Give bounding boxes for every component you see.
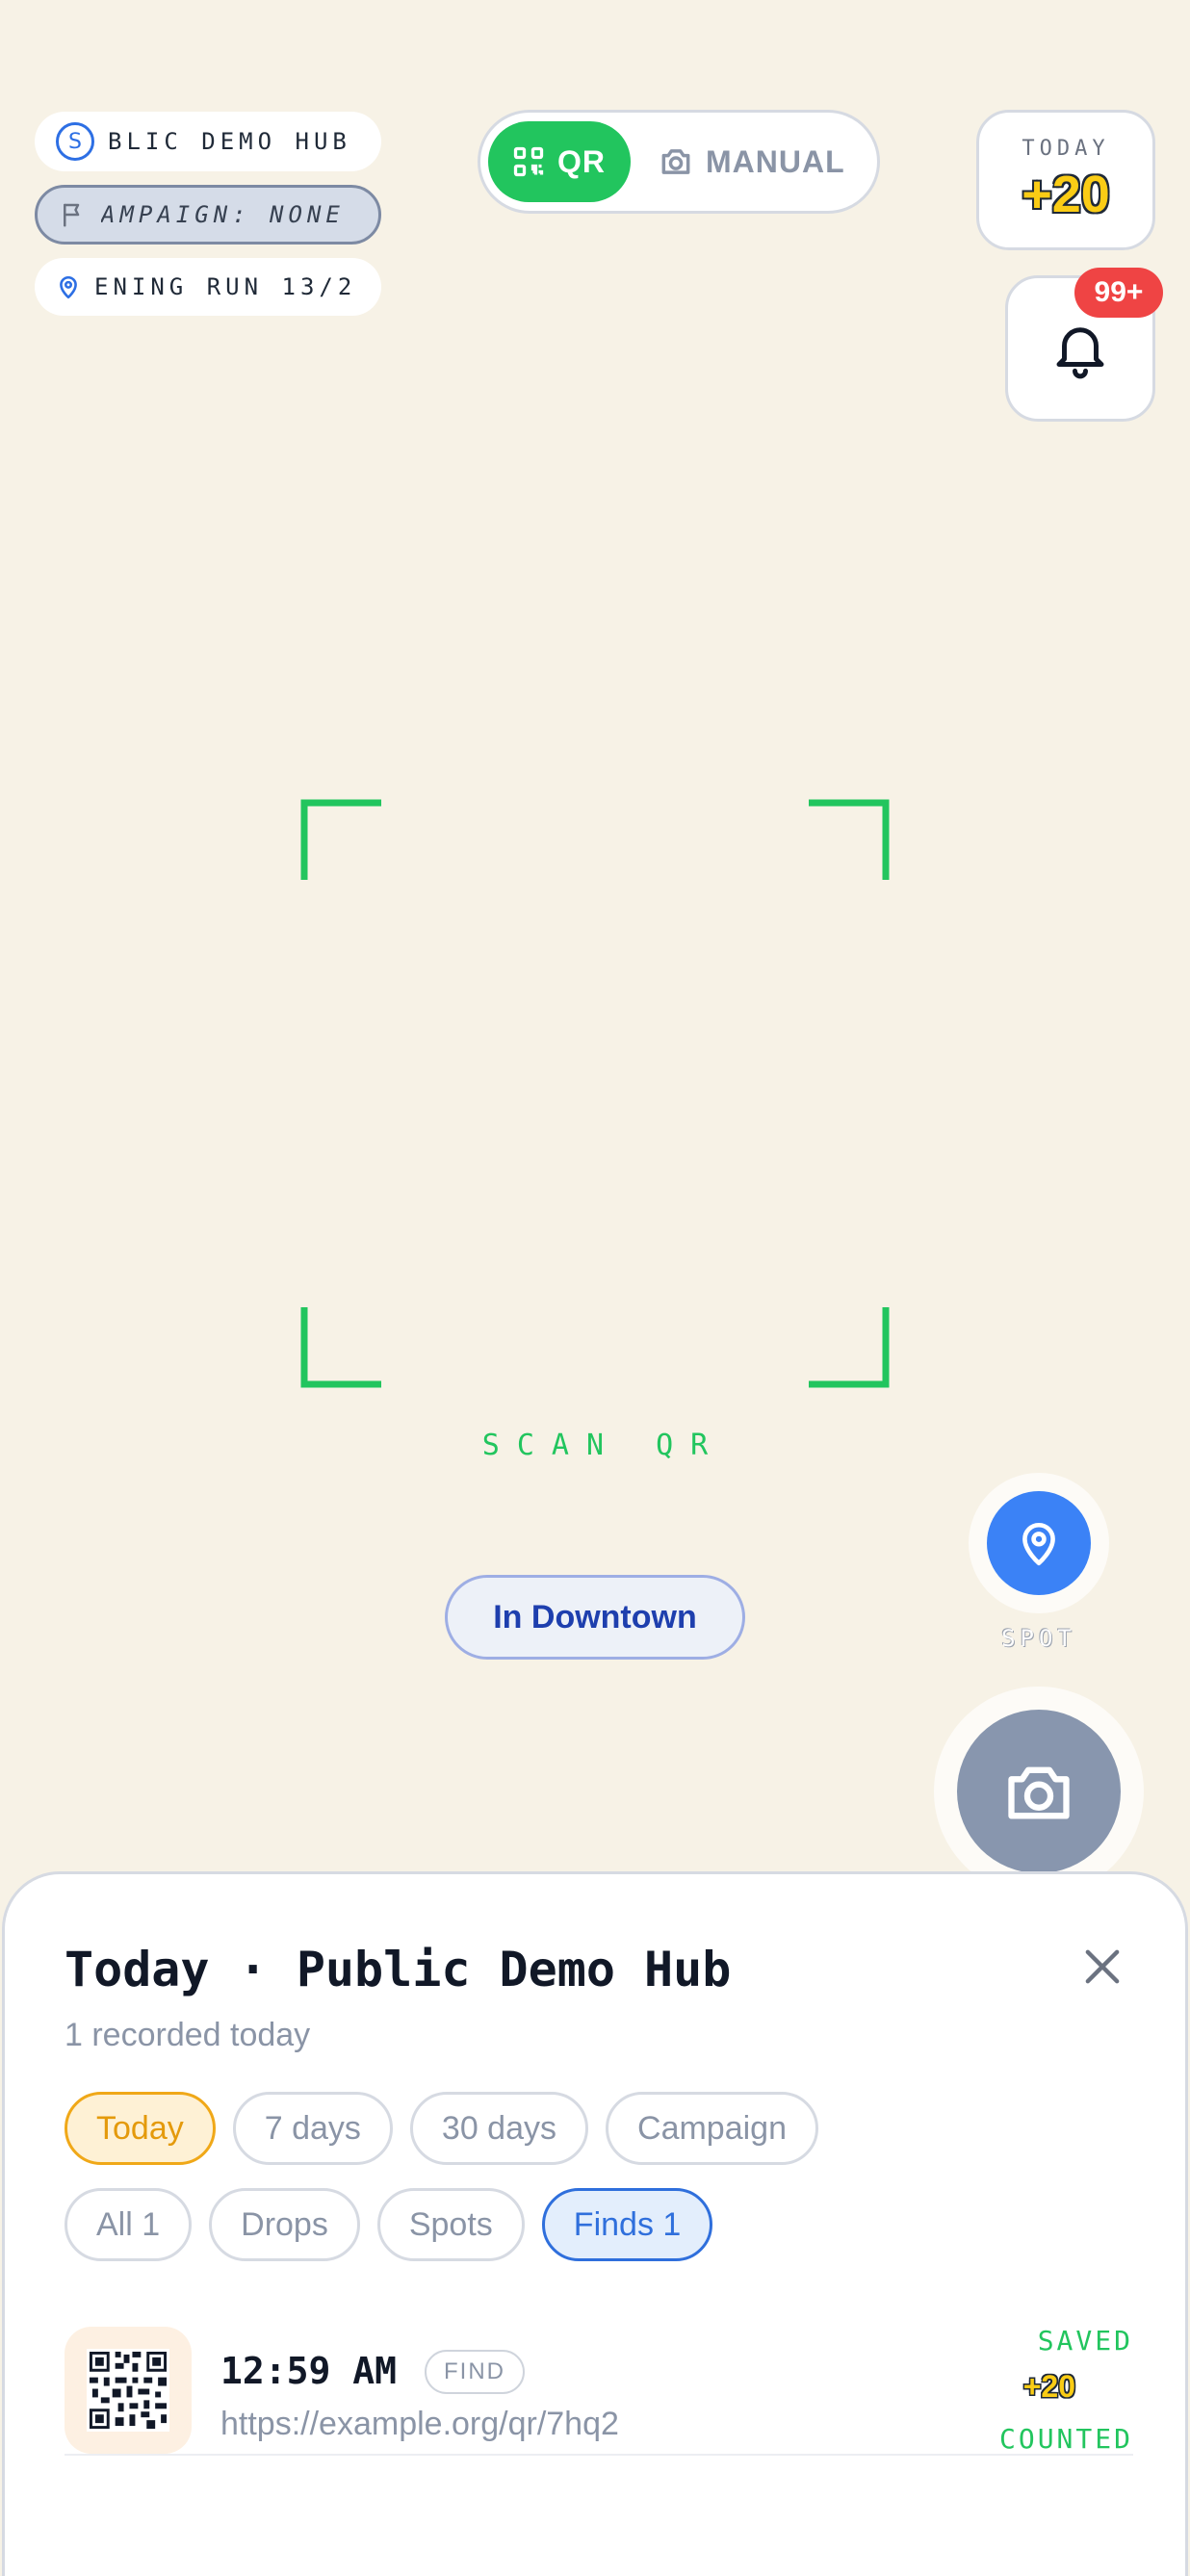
entry-url: https://example.org/qr/7hq2 bbox=[220, 2406, 619, 2442]
spot-label: SPOT bbox=[1001, 1625, 1076, 1652]
entry-time: 12:59 AM bbox=[220, 2350, 398, 2392]
activity-sheet: Today · Public Demo Hub 1 recorded today… bbox=[2, 1871, 1188, 2576]
spot-button[interactable] bbox=[969, 1473, 1109, 1613]
filter-30-days[interactable]: 30 days bbox=[409, 2092, 589, 2165]
entry-points: +20 bbox=[1022, 2369, 1075, 2404]
sheet-title: Today · Public Demo Hub bbox=[65, 1942, 732, 1997]
filter-all[interactable]: All 1 bbox=[65, 2188, 193, 2261]
time-filter-row: Today 7 days 30 days Campaign bbox=[65, 2092, 818, 2165]
qr-code-icon bbox=[87, 2349, 169, 2432]
entry-type-badge: FIND bbox=[425, 2350, 525, 2394]
type-filter-row: All 1 Drops Spots Finds 1 bbox=[65, 2188, 713, 2261]
filter-campaign[interactable]: Campaign bbox=[606, 2092, 818, 2165]
scanner-frame bbox=[300, 799, 890, 1388]
sheet-subtitle: 1 recorded today bbox=[65, 2017, 311, 2053]
close-button[interactable] bbox=[1077, 1942, 1127, 1992]
frame-corner-bottom-left bbox=[300, 1307, 381, 1388]
close-icon bbox=[1077, 1942, 1127, 1992]
entry-saved-status: SAVED bbox=[1037, 2325, 1133, 2357]
scan-qr-label: SCAN QR bbox=[481, 1429, 726, 1462]
frame-corner-top-right bbox=[809, 799, 890, 880]
filter-spots[interactable]: Spots bbox=[376, 2188, 525, 2261]
location-pill[interactable]: In Downtown bbox=[445, 1575, 745, 1660]
list-item[interactable]: 12:59 AM FIND https://example.org/qr/7hq… bbox=[65, 2317, 1133, 2456]
filter-7-days[interactable]: 7 days bbox=[232, 2092, 393, 2165]
filter-finds[interactable]: Finds 1 bbox=[541, 2188, 713, 2261]
capture-button[interactable] bbox=[934, 1687, 1144, 1896]
map-pin-icon bbox=[1015, 1519, 1063, 1567]
filter-today[interactable]: Today bbox=[65, 2092, 216, 2165]
frame-corner-top-left bbox=[300, 799, 381, 880]
entry-counted-status: COUNTED bbox=[998, 2423, 1133, 2455]
filter-drops[interactable]: Drops bbox=[209, 2188, 360, 2261]
entry-thumbnail bbox=[65, 2327, 192, 2454]
camera-icon bbox=[1002, 1755, 1075, 1828]
frame-corner-bottom-right bbox=[809, 1307, 890, 1388]
